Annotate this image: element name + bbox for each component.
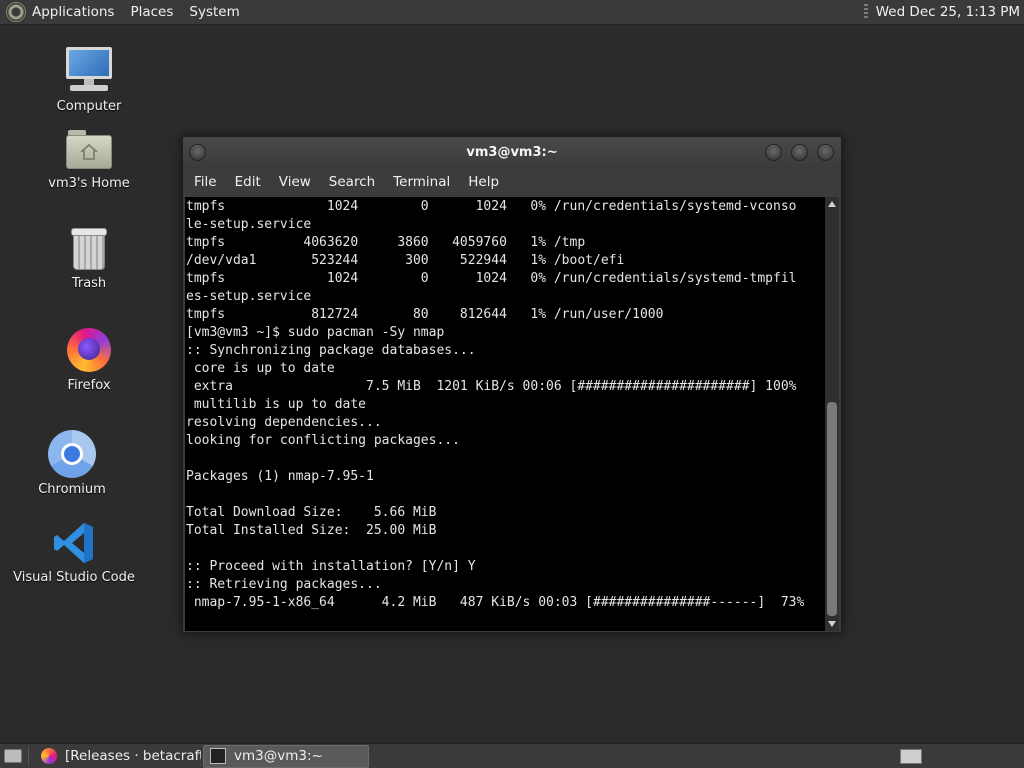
scrollbar-thumb[interactable] [827, 402, 837, 616]
applications-menu[interactable]: Applications [30, 4, 122, 20]
menu-help[interactable]: Help [460, 174, 507, 190]
system-menu[interactable]: System [181, 4, 247, 20]
chromium-icon [48, 430, 96, 478]
scroll-down-arrow-icon[interactable] [828, 621, 836, 627]
window-menu-button[interactable] [189, 144, 206, 161]
desktop-icon-label: Trash [71, 276, 107, 291]
terminal-icon [210, 748, 226, 764]
menu-search[interactable]: Search [321, 174, 383, 190]
taskbar-separator [28, 746, 29, 766]
window-title: vm3@vm3:~ [466, 145, 558, 160]
panel-grip-handle[interactable] [863, 4, 868, 20]
clock[interactable]: Wed Dec 25, 1:13 PM [876, 4, 1020, 20]
taskbar-item-label: [Releases · betacraft... [65, 748, 201, 764]
menu-terminal[interactable]: Terminal [385, 174, 458, 190]
desktop-icon-label: vm3's Home [48, 176, 130, 191]
home-folder-icon [66, 128, 112, 172]
terminal-scrollbar[interactable] [825, 197, 839, 631]
menu-file[interactable]: File [186, 174, 225, 190]
trash-icon [67, 226, 111, 272]
terminal-output-area[interactable]: tmpfs 1024 0 1024 0% /run/credentials/sy… [185, 197, 827, 631]
vscode-icon [54, 523, 93, 563]
computer-icon [64, 45, 114, 95]
minimize-button[interactable] [765, 144, 782, 161]
places-menu[interactable]: Places [122, 4, 181, 20]
terminal-menubar: File Edit View Search Terminal Help [183, 168, 841, 196]
desktop-icon-home[interactable]: vm3's Home [44, 128, 134, 191]
terminal-window[interactable]: vm3@vm3:~ File Edit View Search Terminal… [182, 136, 842, 633]
scroll-up-arrow-icon[interactable] [828, 201, 836, 207]
desktop-icon-trash[interactable]: Trash [50, 226, 128, 291]
close-button[interactable] [817, 144, 834, 161]
show-desktop-button[interactable] [4, 749, 22, 763]
desktop-icon-label: Firefox [67, 378, 111, 393]
terminal-output-text: tmpfs 1024 0 1024 0% /run/credentials/sy… [186, 199, 805, 610]
firefox-icon [65, 326, 113, 374]
taskbar-item-label: vm3@vm3:~ [234, 748, 323, 764]
desktop-icon-label: Visual Studio Code [13, 570, 135, 585]
maximize-button[interactable] [791, 144, 808, 161]
taskbar-item-firefox[interactable]: [Releases · betacraft... [35, 745, 201, 768]
desktop-icon-vscode[interactable]: Visual Studio Code [13, 520, 135, 585]
menu-edit[interactable]: Edit [227, 174, 269, 190]
menu-view[interactable]: View [271, 174, 319, 190]
workspace-switcher[interactable] [900, 748, 922, 764]
window-titlebar[interactable]: vm3@vm3:~ [183, 137, 841, 168]
firefox-icon [41, 748, 57, 764]
desktop-icon-chromium[interactable]: Chromium [33, 430, 111, 497]
top-panel: Applications Places System Wed Dec 25, 1… [0, 0, 1024, 25]
bottom-panel: [Releases · betacraft... vm3@vm3:~ [0, 743, 1024, 768]
taskbar-item-terminal[interactable]: vm3@vm3:~ [203, 744, 369, 768]
desktop-icon-label: Chromium [38, 482, 106, 497]
desktop-icon-firefox[interactable]: Firefox [50, 326, 128, 393]
distro-logo-icon[interactable] [6, 2, 26, 22]
desktop-icon-computer[interactable]: Computer [50, 45, 128, 114]
desktop-icon-label: Computer [56, 99, 122, 114]
